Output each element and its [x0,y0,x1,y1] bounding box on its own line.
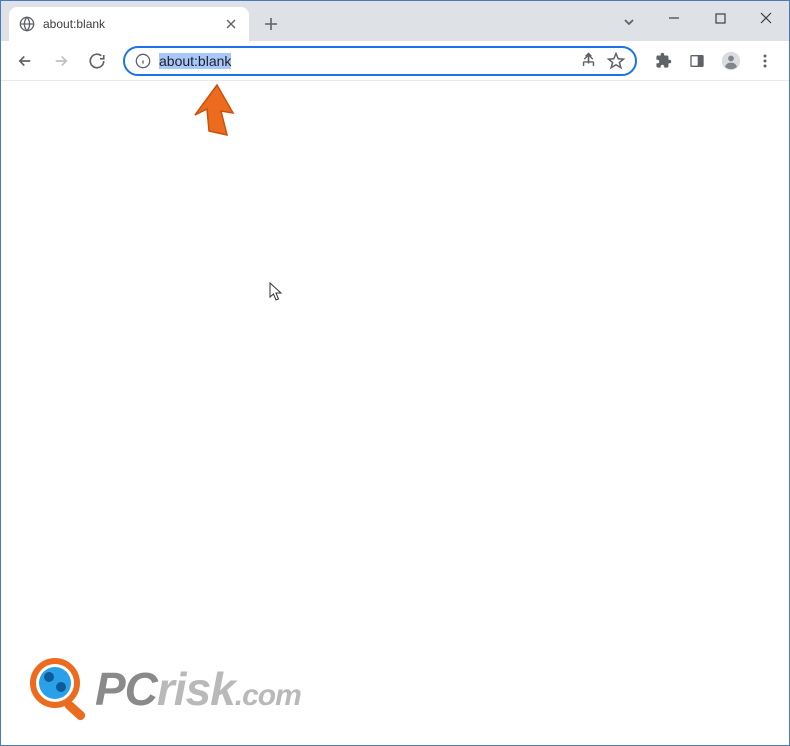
address-bar[interactable]: about:blank [123,46,637,76]
tab-title: about:blank [43,17,215,31]
close-icon[interactable] [223,16,239,32]
new-tab-button[interactable] [257,10,285,38]
bookmark-icon[interactable] [607,52,625,70]
window-controls [613,1,789,41]
maximize-button[interactable] [697,3,743,33]
page-content [1,81,789,745]
profile-button[interactable] [715,45,747,77]
omnibox-actions [579,52,625,70]
forward-button[interactable] [45,45,77,77]
globe-icon [19,16,35,32]
info-icon[interactable] [135,53,151,69]
menu-button[interactable] [749,45,781,77]
sidepanel-button[interactable] [681,45,713,77]
title-bar: about:blank [1,1,789,41]
reload-button[interactable] [81,45,113,77]
watermark-text: PCrisk.com [95,662,301,716]
chevron-down-icon[interactable] [613,6,645,38]
toolbar: about:blank [1,41,789,81]
close-window-button[interactable] [743,3,789,33]
back-button[interactable] [9,45,41,77]
extensions-button[interactable] [647,45,679,77]
magnifier-icon [29,657,93,721]
tab-strip: about:blank [1,1,613,41]
share-icon[interactable] [579,52,597,70]
minimize-button[interactable] [651,3,697,33]
watermark: PCrisk.com [29,657,301,721]
toolbar-right [647,45,781,77]
tab-active[interactable]: about:blank [9,7,249,41]
url-text: about:blank [159,53,571,69]
